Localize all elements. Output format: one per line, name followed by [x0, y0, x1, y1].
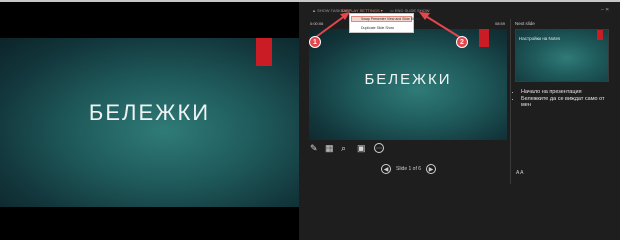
annotation-arrows [315, 12, 462, 39]
audience-slide-title: БЕЛЕЖКИ [88, 100, 211, 125]
black-screen-icon[interactable]: ▣ [357, 143, 366, 153]
callout-badge-2: 2 [456, 36, 468, 48]
callout-badge-1: 1 [309, 36, 321, 48]
more-options-icon[interactable]: ⋯ [374, 143, 384, 153]
next-slide-button[interactable]: ▶ [426, 164, 436, 174]
font-size-icons[interactable]: A A [516, 170, 524, 176]
current-slide-title: БЕЛЕЖКИ [364, 71, 452, 88]
previous-slide-button[interactable]: ◀ [381, 164, 391, 174]
see-all-slides-icon[interactable]: ▦ [325, 143, 334, 153]
speaker-notes[interactable]: Начало на презентация Бележките да се ви… [515, 89, 607, 109]
notes-line: Бележките да се виждат само от мен [521, 96, 607, 109]
callout-arrow-1 [315, 14, 347, 38]
callout-arrow-2 [423, 14, 462, 39]
zoom-icon[interactable]: ⌕ [341, 143, 346, 153]
slide-accent-bar [256, 38, 272, 66]
pen-icon[interactable]: ✎ [310, 143, 318, 153]
slide-counter[interactable]: Slide 1 of 6 [396, 166, 421, 172]
